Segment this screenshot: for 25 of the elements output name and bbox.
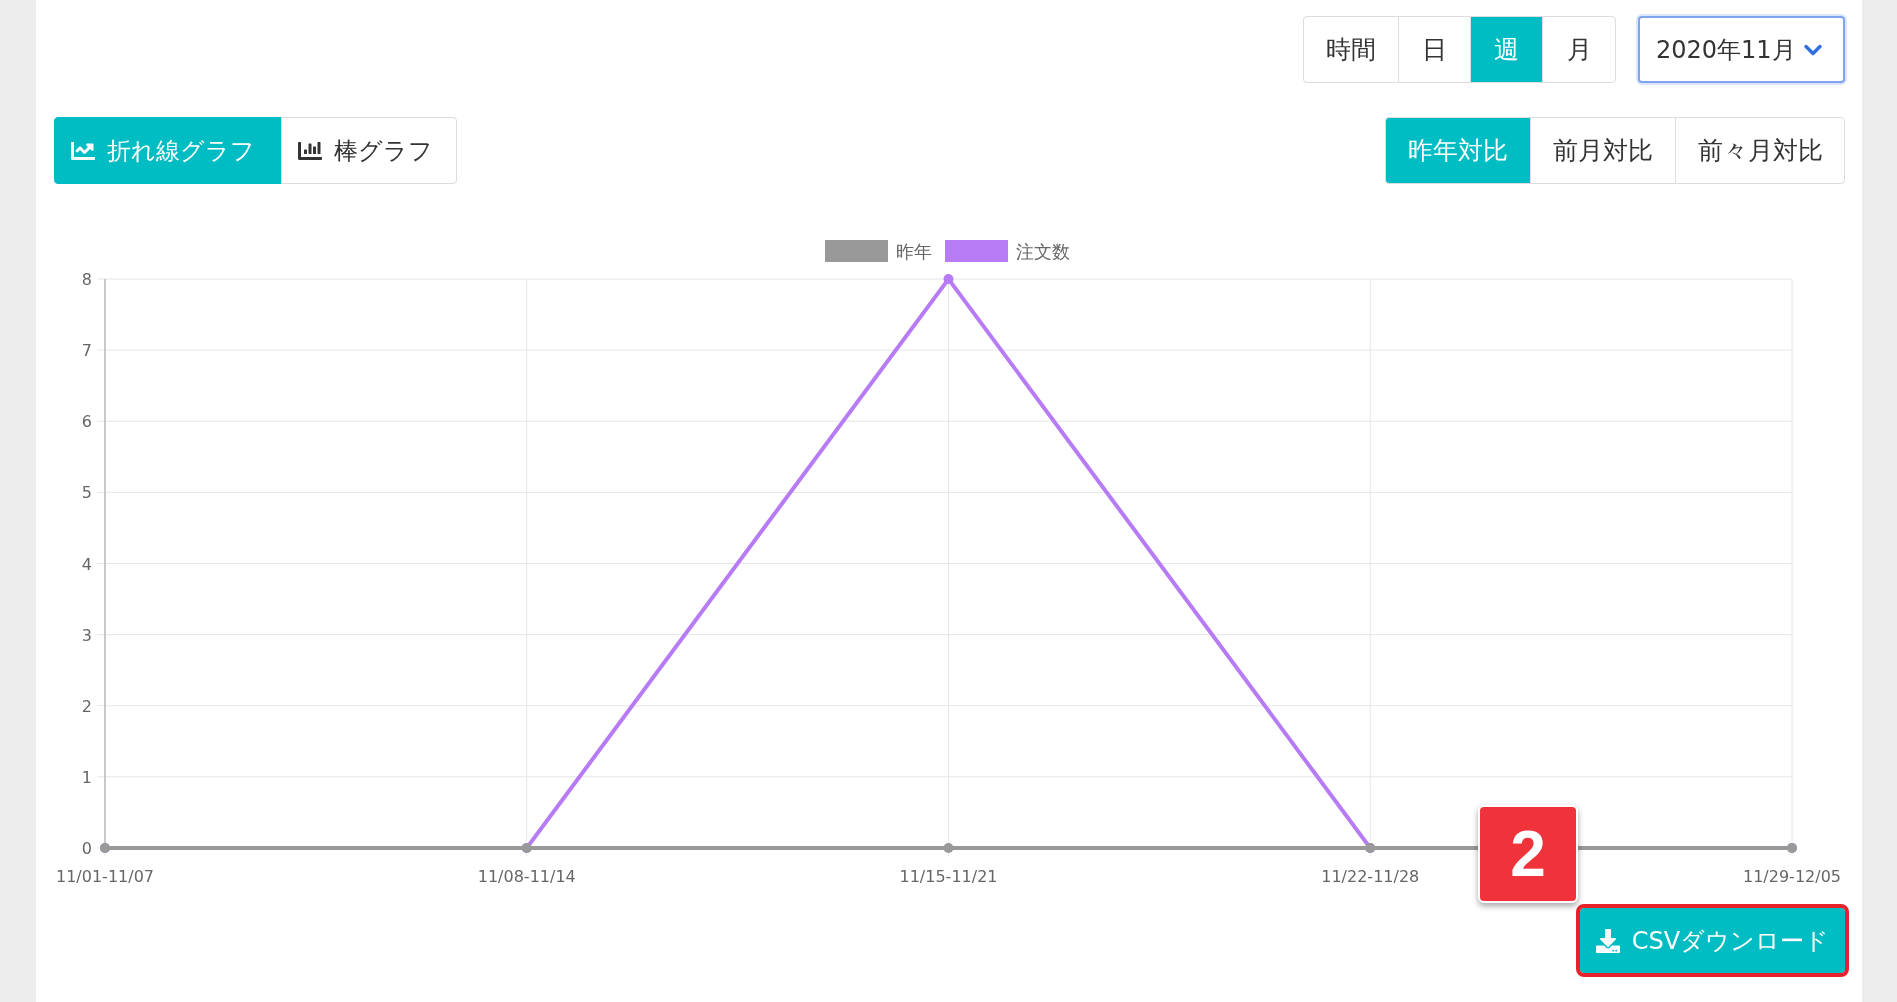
segment-tab[interactable]: 前々月対比: [1675, 117, 1845, 184]
y-axis-label: 4: [81, 554, 92, 574]
download-icon: [1595, 928, 1620, 953]
month-select[interactable]: 2020年11月: [1638, 16, 1845, 83]
x-axis-label: 11/01-11/07: [56, 867, 154, 886]
x-axis-label: 11/15-11/21: [899, 867, 998, 886]
legend-label: 注文数: [1016, 241, 1070, 262]
y-axis-label: 8: [81, 270, 92, 289]
y-axis-label: 0: [81, 839, 92, 858]
y-axis-label: 2: [81, 696, 92, 716]
x-axis-label: 11/08-11/14: [477, 867, 576, 886]
y-axis-label: 7: [81, 341, 92, 361]
chart-type-tab[interactable]: 棒グラフ: [281, 117, 457, 184]
segment-tab[interactable]: 時間: [1303, 16, 1399, 83]
segment-tab[interactable]: 月: [1542, 16, 1616, 83]
x-axis-label: 11/29-12/05: [1743, 867, 1841, 886]
step-badge: 2: [1478, 805, 1578, 903]
y-axis-label: 3: [81, 625, 92, 645]
segment-tab[interactable]: 日: [1398, 16, 1471, 83]
x-axis-label: 11/22-11/28: [1321, 867, 1420, 886]
legend-label: 昨年: [896, 241, 932, 262]
y-axis-label: 6: [81, 412, 92, 432]
y-axis-label: 5: [81, 483, 92, 503]
y-axis-label: 1: [81, 767, 92, 787]
segment-tab[interactable]: 前月対比: [1530, 117, 1676, 184]
